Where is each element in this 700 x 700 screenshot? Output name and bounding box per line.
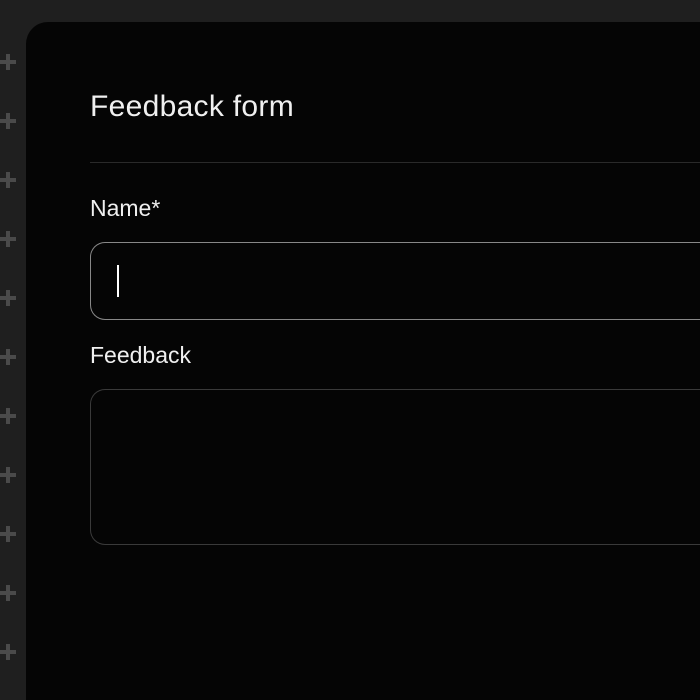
- name-field-group: Name*: [90, 195, 700, 320]
- form-title: Feedback form: [90, 90, 700, 124]
- plus-icon: [0, 172, 16, 188]
- plus-icon: [0, 467, 16, 483]
- plus-icon: [0, 113, 16, 129]
- plus-icon: [0, 585, 16, 601]
- plus-icon: [0, 231, 16, 247]
- plus-icon: [0, 54, 16, 70]
- feedback-field-group: Feedback: [90, 342, 700, 550]
- plus-icon: [0, 526, 16, 542]
- feedback-textarea[interactable]: [90, 389, 700, 545]
- divider: [90, 162, 700, 163]
- name-label: Name*: [90, 195, 700, 222]
- name-input[interactable]: [90, 242, 700, 320]
- plus-icon: [0, 644, 16, 660]
- plus-icon: [0, 349, 16, 365]
- feedback-label: Feedback: [90, 342, 700, 369]
- feedback-form-card: Feedback form Name* Feedback: [26, 22, 700, 700]
- text-cursor: [117, 265, 119, 297]
- plus-icon: [0, 408, 16, 424]
- name-input-wrapper: [90, 242, 700, 320]
- plus-icon: [0, 290, 16, 306]
